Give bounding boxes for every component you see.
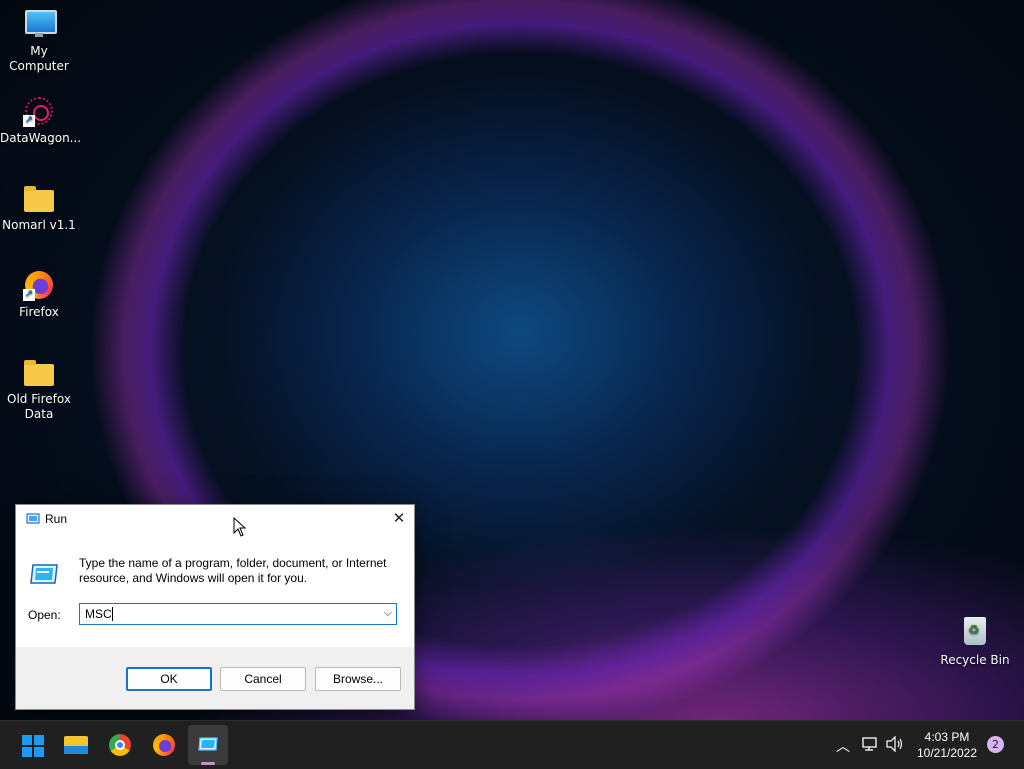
text-caret <box>112 607 113 621</box>
desktop-icon-label: Recycle Bin <box>940 653 1010 667</box>
recycle-bin-icon: ♻ <box>959 617 991 649</box>
taskbar: ︿ 4:03 PM 10/21/2022 <box>0 720 1024 769</box>
cancel-button[interactable]: Cancel <box>220 667 306 691</box>
run-icon <box>26 513 40 524</box>
run-dialog: Run ✕ Type the name of a program, folder… <box>15 504 415 710</box>
dialog-footer: OK Cancel Browse... <box>16 647 414 709</box>
clock-date: 10/21/2022 <box>916 746 978 760</box>
network-icon[interactable] <box>862 736 880 752</box>
file-explorer-icon <box>64 736 88 754</box>
computer-icon <box>23 8 57 40</box>
windows-logo-icon <box>22 735 44 757</box>
run-title-bar[interactable]: Run ✕ <box>16 505 414 533</box>
desktop-icon-label: Nomarl v1.1 <box>2 218 76 232</box>
system-clock[interactable]: 4:03 PM 10/21/2022 <box>912 729 982 761</box>
desktop-icon-old-firefox-data[interactable]: Old Firefox Data <box>0 356 78 422</box>
open-label: Open: <box>28 608 61 622</box>
chevron-down-icon[interactable]: ⌵ <box>384 607 392 620</box>
open-combobox[interactable]: MSC ⌵ <box>79 603 397 625</box>
taskbar-firefox[interactable] <box>144 725 184 765</box>
desktop-icon-label: My Computer <box>9 44 69 73</box>
desktop-icon-datawagon[interactable]: ↗ DataWagon... <box>0 95 82 146</box>
chevron-up-icon[interactable]: ︿ <box>836 736 850 756</box>
run-icon <box>198 737 218 751</box>
firefox-icon: ↗ <box>23 269 55 301</box>
taskbar-chrome[interactable] <box>100 725 140 765</box>
start-button[interactable] <box>12 725 52 765</box>
clock-time: 4:03 PM <box>924 730 970 744</box>
datawagon-icon: ↗ <box>23 95 55 127</box>
chrome-icon <box>109 734 131 756</box>
close-icon: ✕ <box>392 510 406 527</box>
desktop-icon-recycle-bin[interactable]: ♻ Recycle Bin <box>936 617 1014 668</box>
dialog-title: Run <box>45 512 68 526</box>
desktop-icon-label: Firefox <box>19 305 59 319</box>
run-program-icon <box>30 564 58 584</box>
firefox-icon <box>153 734 175 756</box>
close-button[interactable]: ✕ <box>388 508 410 530</box>
mouse-cursor-icon <box>233 517 247 537</box>
folder-icon <box>23 182 55 214</box>
desktop-icon-my-computer[interactable]: My Computer <box>0 8 78 74</box>
taskbar-run[interactable] <box>188 725 228 765</box>
run-description: Type the name of a program, folder, docu… <box>79 556 387 585</box>
open-input-value[interactable]: MSC <box>85 607 112 621</box>
folder-icon <box>23 356 55 388</box>
desktop-icon-label: DataWagon... <box>0 131 82 145</box>
desktop-icon-firefox[interactable]: ↗ Firefox <box>0 269 78 320</box>
ok-button[interactable]: OK <box>126 667 212 691</box>
desktop-icon-label: Old Firefox Data <box>7 392 71 421</box>
taskbar-file-explorer[interactable] <box>56 725 96 765</box>
desktop-icon-nomarl[interactable]: Nomarl v1.1 <box>0 182 78 233</box>
volume-icon[interactable] <box>886 736 904 752</box>
notification-badge[interactable]: 2 <box>987 736 1004 753</box>
browse-button[interactable]: Browse... <box>315 667 401 691</box>
